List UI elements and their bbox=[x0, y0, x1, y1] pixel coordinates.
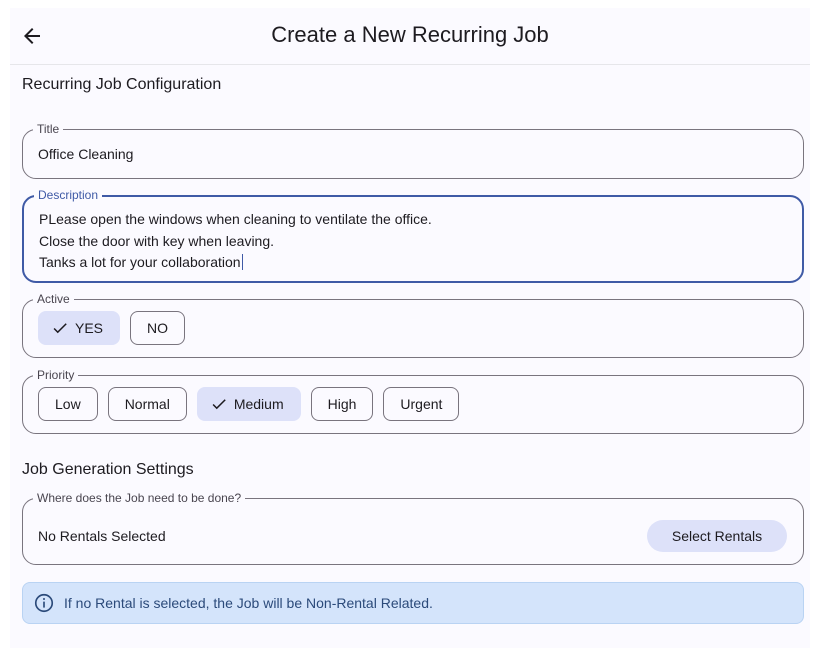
chip-label: YES bbox=[75, 320, 104, 336]
priority-field-label: Priority bbox=[33, 368, 79, 382]
priority-chip-group: Low Normal Medium High Urgent bbox=[38, 387, 460, 421]
generation-section-title: Job Generation Settings bbox=[22, 461, 194, 478]
title-field-label: Title bbox=[33, 122, 64, 136]
select-rentals-button[interactable]: Select Rentals bbox=[647, 520, 787, 552]
priority-urgent-chip[interactable]: Urgent bbox=[383, 387, 460, 421]
text-caret bbox=[241, 254, 244, 270]
rentals-field: Where does the Job need to be done? No R… bbox=[22, 491, 804, 565]
active-no-chip[interactable]: NO bbox=[130, 311, 186, 345]
chip-label: Medium bbox=[233, 396, 284, 412]
config-section-title: Recurring Job Configuration bbox=[22, 76, 222, 93]
description-field[interactable]: Description PLease open the windows when… bbox=[22, 188, 804, 283]
info-text: If no Rental is selected, the Job will b… bbox=[64, 595, 433, 611]
info-icon bbox=[34, 593, 54, 613]
rentals-value: No Rentals Selected bbox=[38, 528, 166, 544]
description-line: Close the door with key when leaving. bbox=[39, 232, 275, 249]
description-line: Tanks a lot for your collaboration bbox=[39, 254, 241, 270]
page: Create a New Recurring Job Recurring Job… bbox=[10, 8, 810, 648]
priority-high-chip[interactable]: High bbox=[310, 387, 374, 421]
chip-label: Normal bbox=[124, 396, 170, 412]
description-textarea[interactable]: PLease open the windows when cleaning to… bbox=[39, 209, 432, 274]
title-field[interactable]: Title Office Cleaning bbox=[22, 122, 804, 179]
active-field-label: Active bbox=[33, 292, 74, 306]
chip-label: Low bbox=[55, 396, 81, 412]
title-input[interactable]: Office Cleaning bbox=[38, 146, 133, 162]
priority-normal-chip[interactable]: Normal bbox=[107, 387, 187, 421]
priority-field: Priority Low Normal Medium High Urgent bbox=[22, 368, 804, 434]
description-field-label: Description bbox=[34, 188, 103, 202]
active-yes-chip[interactable]: YES bbox=[38, 311, 121, 345]
check-icon bbox=[53, 323, 67, 334]
priority-medium-chip[interactable]: Medium bbox=[196, 387, 301, 421]
priority-low-chip[interactable]: Low bbox=[38, 387, 98, 421]
info-banner: If no Rental is selected, the Job will b… bbox=[22, 582, 804, 624]
rentals-field-label: Where does the Job need to be done? bbox=[33, 491, 246, 505]
chip-label: High bbox=[327, 396, 357, 412]
check-icon bbox=[212, 399, 226, 410]
active-field: Active YES NO bbox=[22, 292, 804, 358]
chip-label: NO bbox=[147, 320, 169, 336]
chip-label: Urgent bbox=[400, 396, 443, 412]
app-bar: Create a New Recurring Job bbox=[10, 8, 810, 65]
active-chip-group: YES NO bbox=[38, 311, 186, 345]
page-title: Create a New Recurring Job bbox=[271, 22, 549, 47]
description-line: PLease open the windows when cleaning to… bbox=[39, 211, 432, 227]
